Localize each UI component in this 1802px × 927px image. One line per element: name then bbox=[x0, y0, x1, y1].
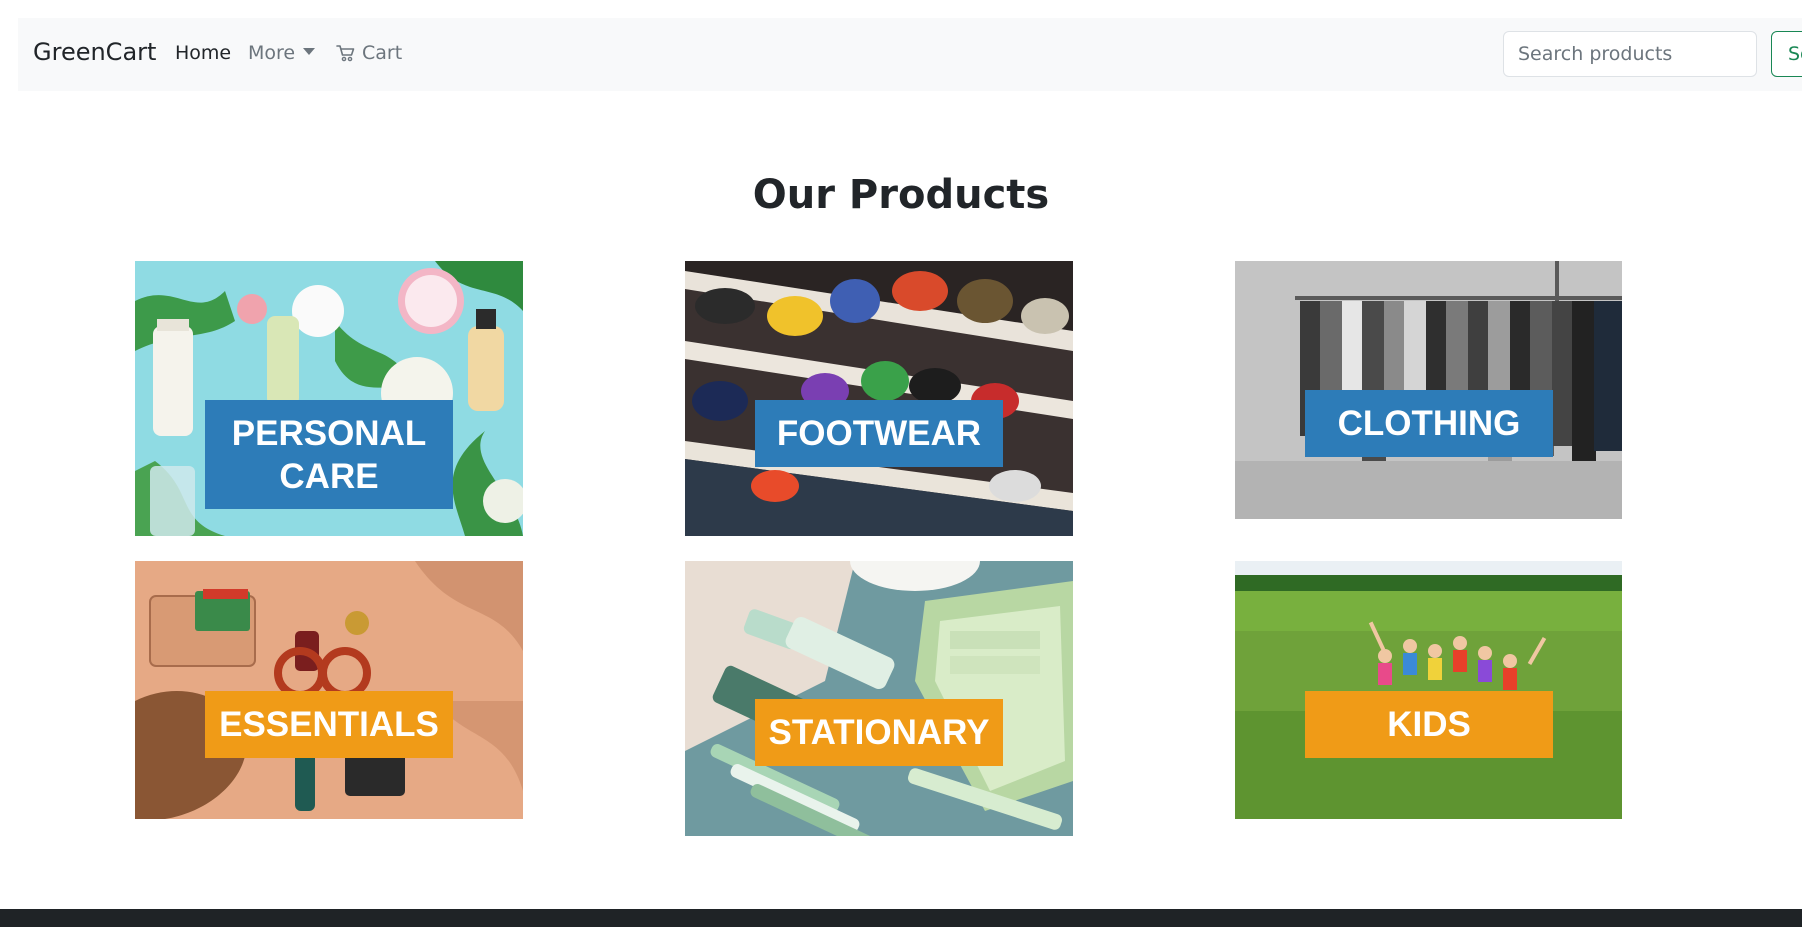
category-card-essentials[interactable]: ESSENTIALS bbox=[135, 561, 523, 819]
page-title: Our Products bbox=[752, 172, 1050, 218]
footwear-photo bbox=[685, 261, 1073, 536]
category-card-stationary[interactable]: STATIONARY bbox=[685, 561, 1073, 836]
category-label-kids: KIDS bbox=[1305, 691, 1553, 758]
category-label-footwear: FOOTWEAR bbox=[755, 400, 1003, 467]
chevron-down-icon bbox=[303, 48, 316, 55]
category-card-clothing[interactable]: CLOTHING bbox=[1235, 261, 1622, 519]
category-label-stationary: STATIONARY bbox=[755, 699, 1003, 766]
search-button[interactable]: Se bbox=[1771, 31, 1802, 77]
nav-cart-label: Cart bbox=[362, 42, 403, 64]
category-label-essentials: ESSENTIALS bbox=[205, 691, 453, 758]
category-label-personal-care: PERSONAL CARE bbox=[205, 400, 453, 509]
cart-icon bbox=[336, 44, 355, 61]
nav-more-dropdown[interactable]: More bbox=[248, 42, 316, 64]
category-card-kids[interactable]: KIDS bbox=[1235, 561, 1622, 819]
os-taskbar bbox=[0, 909, 1802, 927]
nav-cart-link[interactable]: Cart bbox=[336, 42, 402, 64]
brand-logo[interactable]: GreenCart bbox=[33, 38, 156, 66]
kids-photo bbox=[1235, 561, 1622, 819]
nav-more-label: More bbox=[248, 42, 296, 64]
essentials-photo bbox=[135, 561, 523, 819]
search-input[interactable] bbox=[1503, 31, 1757, 77]
navbar: GreenCart Home More Cart Se bbox=[18, 18, 1802, 91]
category-card-personal-care[interactable]: PERSONAL CARE bbox=[135, 261, 523, 536]
category-card-footwear[interactable]: FOOTWEAR bbox=[685, 261, 1073, 536]
nav-home-link[interactable]: Home bbox=[175, 42, 231, 64]
category-label-clothing: CLOTHING bbox=[1305, 390, 1553, 457]
